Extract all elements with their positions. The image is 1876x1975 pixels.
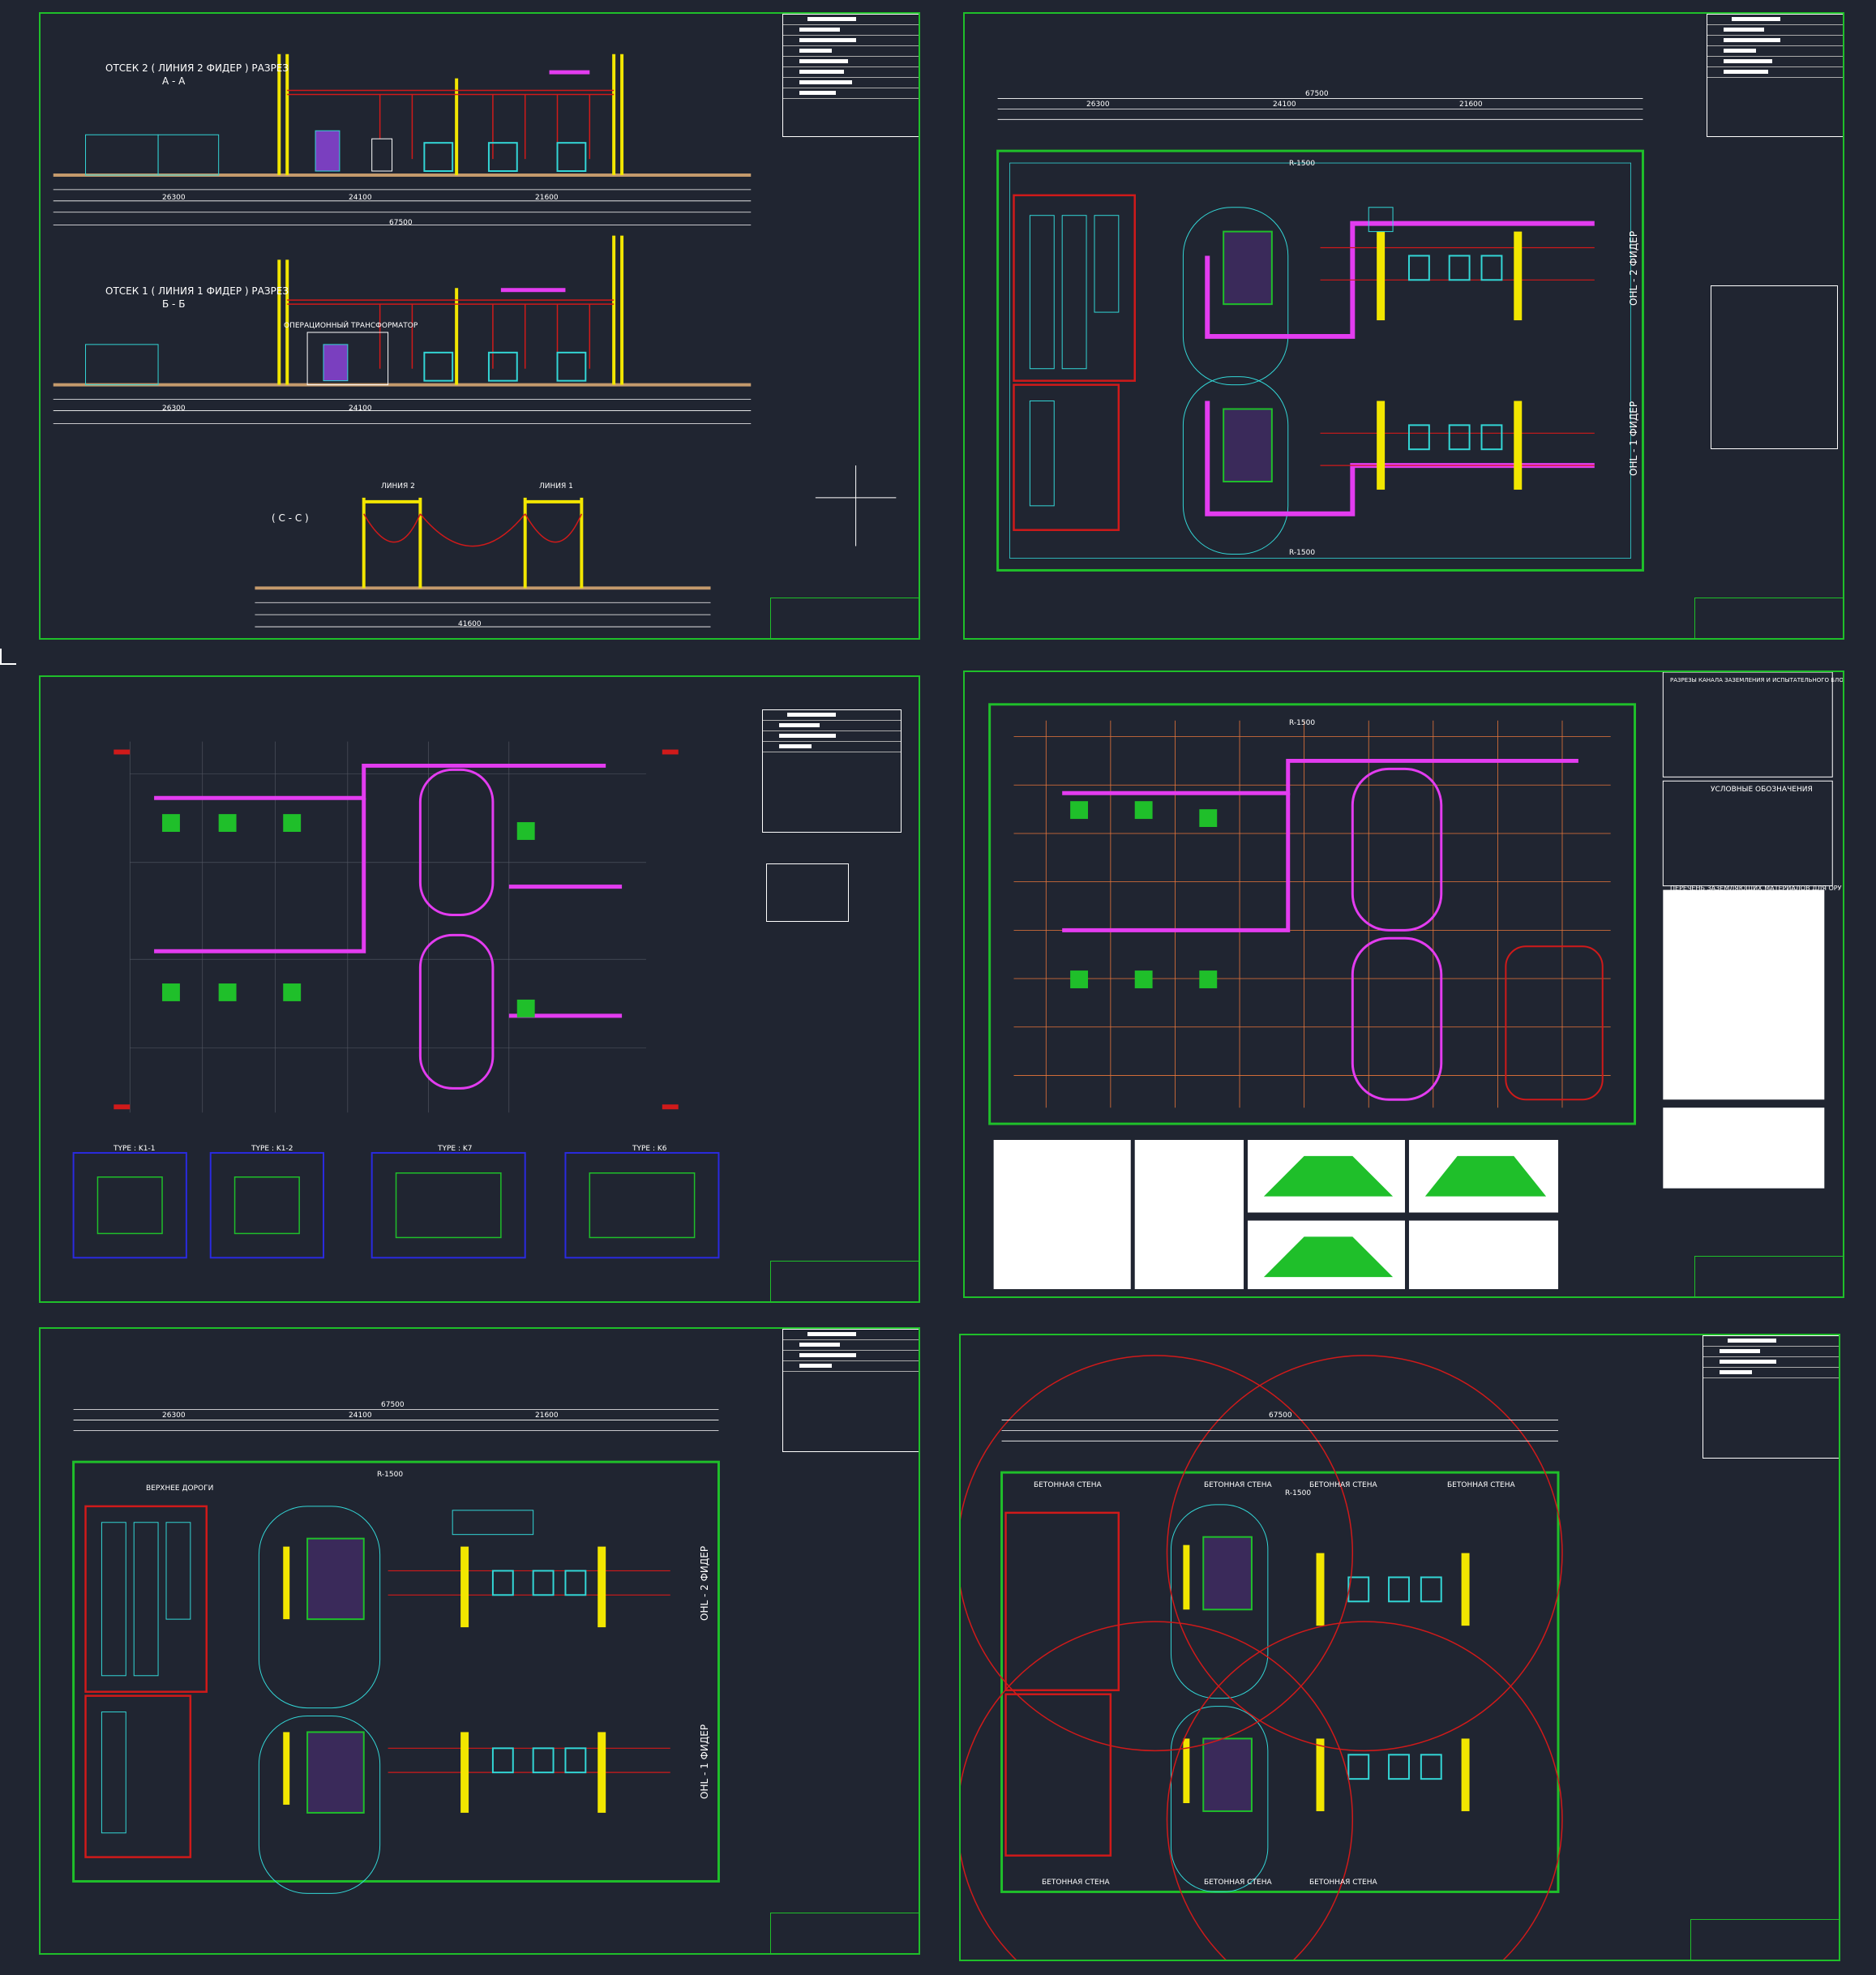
sheet-sections: ОТСЕК 2 ( ЛИНИЯ 2 ФИДЕР ) РАЗРЕЗ А - А О… (39, 12, 920, 640)
layout-dim-2: 24100 (349, 1412, 372, 1420)
feeder-1-label: ОНL - 1 ФИДЕР (1628, 401, 1639, 476)
sheet-general-plan: 67500 26300 24100 21600 ОНL - 2 ФИДЕР ОН… (963, 12, 1844, 640)
plan-radius-1: R-1500 (1289, 160, 1316, 168)
layout-dim-3: 21600 (535, 1412, 559, 1420)
legend-box-3 (766, 863, 849, 922)
section-b-sub-total-2: 24100 (349, 405, 372, 413)
title-block-5 (782, 1329, 919, 1452)
grounding-drawing (988, 672, 1833, 1290)
stamp-6 (1690, 1919, 1839, 1960)
title-block-6 (1703, 1335, 1839, 1459)
plan-dim-1: 26300 (1086, 101, 1110, 109)
stamp-4 (1694, 1256, 1843, 1296)
sheet-corner-mark (0, 649, 16, 665)
section-b-sub: Б - Б (162, 298, 186, 310)
protection-radius: R-1500 (1285, 1489, 1312, 1497)
title-block-3 (762, 709, 902, 833)
sheet-layout-plan: 67500 26300 24100 21600 ВЕРХНЕЕ ДОРОГИ О… (39, 1327, 920, 1955)
wall-label-1: БЕТОННАЯ СТЕНА (1034, 1481, 1102, 1489)
section-a-sub-total-2: 24100 (349, 194, 372, 202)
layout-dim-1: 26300 (162, 1412, 186, 1420)
wall-label-3: БЕТОННАЯ СТЕНА (1309, 1481, 1377, 1489)
grounding-section-title: РАЗРЕЗЫ КАНАЛА ЗАЗЕМЛЕНИЯ И ИСПЫТАТЕЛЬНО… (1670, 677, 1844, 683)
plan-dim-3: 21600 (1459, 101, 1483, 109)
title-block-1 (782, 14, 919, 137)
grounding-radius-label: R-1500 (1289, 719, 1316, 727)
layout-total-dim: 67500 (381, 1401, 405, 1409)
stamp-5 (770, 1913, 919, 1953)
legend-box-2 (1711, 285, 1838, 449)
portal-right-label: ЛИНИЯ 1 (539, 482, 573, 491)
section-a-sub-total-3: 21600 (535, 194, 559, 202)
protection-total-dim: 67500 (1269, 1412, 1292, 1420)
grounding-materials-title: ПЕРЕЧЕНЬ ЗАЗЕМЛЯЮЩИХ МАТЕРИАЛОВ ДЛЯ ОРУ (1670, 885, 1842, 892)
wall-label-5: БЕТОННАЯ СТЕНА (1042, 1879, 1110, 1887)
plan-radius-2: R-1500 (1289, 549, 1316, 557)
wall-label-2: БЕТОННАЯ СТЕНА (1204, 1481, 1272, 1489)
section-a-total: 67500 (389, 219, 413, 227)
stamp-1 (770, 598, 919, 638)
title-block-2 (1707, 14, 1843, 137)
sheet-cable-channels: TYPE : K1-1 TYPE : K1-2 TYPE : K7 TYPE :… (39, 675, 920, 1303)
stamp-3 (770, 1261, 919, 1301)
type-k1-2-label: TYPE : K1-2 (251, 1145, 293, 1153)
type-k6-label: TYPE : K6 (632, 1145, 667, 1153)
sheet-grounding: РАЗРЕЗЫ КАНАЛА ЗАЗЕМЛЕНИЯ И ИСПЫТАТЕЛЬНО… (963, 670, 1844, 1298)
section-c-total: 41600 (458, 620, 482, 628)
grounding-legend-title: УСЛОВНЫЕ ОБОЗНАЧЕНИЯ (1711, 786, 1813, 794)
section-a-sub-total-1: 26300 (162, 194, 186, 202)
layout-radius-1: R-1500 (377, 1471, 404, 1479)
type-k7-label: TYPE : K7 (438, 1145, 473, 1153)
transformer-note: ОПЕРАЦИОННЫЙ ТРАНСФОРМАТОР (284, 322, 418, 330)
wall-label-6: БЕТОННАЯ СТЕНА (1204, 1879, 1272, 1887)
portal-left-label: ЛИНИЯ 2 (381, 482, 415, 491)
layout-feeder-1-label: ОНL - 1 ФИДЕР (699, 1724, 710, 1799)
type-k1-1-label: TYPE : K1-1 (114, 1145, 156, 1153)
section-b-title: ОТСЕК 1 ( ЛИНИЯ 1 ФИДЕР ) РАЗРЕЗ (105, 285, 289, 297)
wall-label-7: БЕТОННАЯ СТЕНА (1309, 1879, 1377, 1887)
section-c-title: ( С - С ) (272, 512, 309, 524)
wall-label-4: БЕТОННАЯ СТЕНА (1447, 1481, 1515, 1489)
plan-dim-2: 24100 (1273, 101, 1296, 109)
sheet-lightning-protection: БЕТОННАЯ СТЕНА БЕТОННАЯ СТЕНА БЕТОННАЯ С… (959, 1334, 1840, 1961)
feeder-2-label: ОНL - 2 ФИДЕР (1628, 230, 1639, 306)
plan-total-dim: 67500 (1305, 90, 1329, 98)
layout-feeder-2-label: ОНL - 2 ФИДЕР (699, 1545, 710, 1621)
section-a-sub: А - А (162, 75, 186, 87)
road-label: ВЕРХНЕЕ ДОРОГИ (146, 1484, 214, 1493)
section-a-title: ОТСЕК 2 ( ЛИНИЯ 2 ФИДЕР ) РАЗРЕЗ (105, 62, 289, 74)
section-b-sub-total-1: 26300 (162, 405, 186, 413)
stamp-2 (1694, 598, 1843, 638)
